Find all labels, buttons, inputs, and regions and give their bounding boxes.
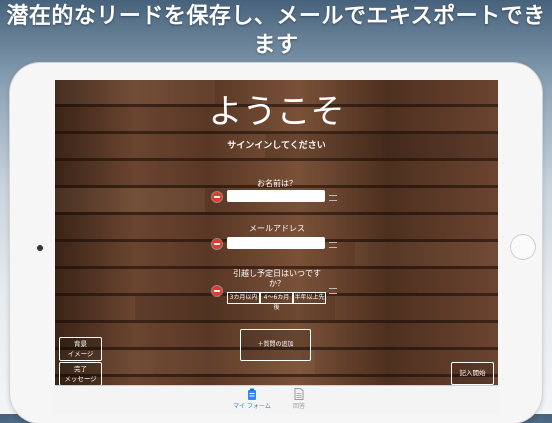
finish-message-button[interactable]: 完了 メッセージ: [59, 362, 102, 386]
delete-email-field-icon[interactable]: [212, 239, 222, 249]
clipboard-icon: [248, 388, 256, 400]
wood-plank: [355, 242, 498, 266]
headline: 潜在的なリードを保存し、メールでエキスポートできます: [6, 4, 546, 58]
move-option-halfyear[interactable]: 半年以上先: [293, 292, 326, 304]
move-option-4to6months[interactable]: 4〜6カ月後: [260, 292, 293, 311]
delete-move-question-icon[interactable]: [212, 286, 222, 296]
name-input[interactable]: [227, 190, 325, 202]
tab-answers-label: 回答: [292, 403, 305, 410]
reorder-name-handle-icon[interactable]: [329, 195, 337, 201]
delete-name-field-icon[interactable]: [212, 192, 222, 202]
add-question-button[interactable]: ＋質問の追加: [240, 329, 311, 361]
app-screen: ようこそ サインインしてください お名前は？ メールアドレス 引越し予定日はいつ…: [55, 80, 498, 414]
background-image-button[interactable]: 背景 イメージ: [59, 337, 102, 361]
tab-bar: マイ フォーム 回答: [55, 385, 498, 414]
reorder-email-handle-icon[interactable]: [329, 242, 337, 248]
tab-my-form[interactable]: マイ フォーム: [232, 388, 272, 410]
signin-subtitle: サインインしてください: [227, 141, 326, 151]
email-label: メールアドレス: [249, 224, 305, 233]
reorder-move-question-handle-icon[interactable]: [329, 288, 337, 294]
tab-my-form-label: マイ フォーム: [233, 403, 271, 410]
camera: [37, 245, 43, 251]
move-question-label: 引越し予定日はいつです か？: [233, 269, 321, 288]
tab-answers[interactable]: 回答: [279, 388, 319, 410]
email-input[interactable]: [227, 237, 325, 249]
wood-plank: [55, 188, 205, 212]
start-entry-button[interactable]: 記入開始: [451, 362, 494, 385]
document-icon: [294, 388, 304, 400]
name-label: お名前は？: [257, 179, 297, 188]
home-button: [510, 234, 536, 260]
welcome-title: ようこそ: [208, 92, 345, 132]
move-option-3months[interactable]: 3カ月以内: [227, 292, 260, 304]
